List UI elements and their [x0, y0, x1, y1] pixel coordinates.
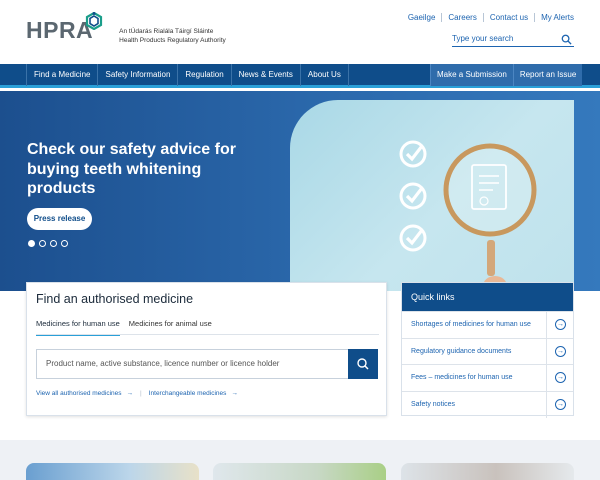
tab-divider [36, 334, 379, 335]
carousel-dot-4[interactable] [61, 240, 68, 247]
carousel-dots [28, 240, 68, 247]
view-all-medicines-link[interactable]: View all authorised medicines [36, 390, 122, 397]
search-icon [357, 358, 369, 370]
nav-item-regulation[interactable]: Regulation [178, 64, 232, 86]
carousel-dot-1[interactable] [28, 240, 35, 247]
arrow-right-icon: → [555, 345, 566, 357]
site-header: HPRA An tÚdarás Rialála Táirgí Sláinte H… [0, 0, 600, 64]
logo-wordmark: HPRA [26, 17, 94, 43]
quick-link-label: Fees – medicines for human use [411, 374, 513, 381]
arrow-right-icon: → [555, 319, 566, 330]
check-circle-icon [399, 140, 427, 168]
quick-link-guidance[interactable]: Regulatory guidance documents → [402, 337, 573, 365]
quick-link-arrow[interactable]: → [546, 365, 573, 391]
nav-item-find-medicine[interactable]: Find a Medicine [26, 64, 99, 86]
site-search[interactable]: Type your search [452, 33, 574, 47]
logo-tagline-english: Health Products Regulatory Authority [119, 36, 226, 44]
quick-link-arrow[interactable]: → [546, 338, 573, 365]
quick-link-label: Regulatory guidance documents [411, 347, 512, 355]
medicine-search-button[interactable] [348, 349, 378, 379]
carousel-dot-3[interactable] [50, 240, 57, 247]
hpra-logo[interactable]: HPRA An tÚdarás Rialála Táirgí Sláinte H… [26, 12, 226, 46]
util-link-careers[interactable]: Careers [441, 13, 482, 22]
hero-image [290, 100, 574, 291]
logo-tagline-irish: An tÚdarás Rialála Táirgí Sláinte [119, 28, 214, 35]
quick-links-title: Quick links [402, 283, 573, 311]
quick-link-fees[interactable]: Fees – medicines for human use → [402, 364, 573, 391]
arrow-right-icon: → [555, 398, 566, 410]
hero-banner: Check our safety advice for buying teeth… [0, 91, 600, 291]
quick-link-label: Shortages of medicines for human use [411, 321, 531, 328]
quick-link-arrow[interactable]: → [546, 391, 573, 418]
main-nav: Find a Medicine Safety Information Regul… [0, 64, 600, 88]
link-separator: | [140, 390, 142, 397]
nav-item-safety-information[interactable]: Safety Information [98, 64, 179, 86]
quick-link-safety-notices[interactable]: Safety notices → [402, 390, 573, 418]
carousel-dot-2[interactable] [39, 240, 46, 247]
search-input[interactable]: Type your search [452, 33, 513, 45]
hero-title: Check our safety advice for buying teeth… [27, 141, 236, 197]
util-link-gaeilge[interactable]: Gaeilge [402, 13, 442, 22]
nav-item-about-us[interactable]: About Us [301, 64, 349, 86]
find-medicine-links: View all authorised medicines → | Interc… [36, 390, 238, 397]
nav-primary: Find a Medicine Safety Information Regul… [26, 64, 349, 86]
arrow-right-icon: → [555, 372, 566, 383]
featured-band [0, 440, 600, 480]
report-issue-button[interactable]: Report an Issue [512, 64, 583, 86]
feature-card-image[interactable] [26, 463, 199, 480]
search-icon[interactable] [561, 34, 572, 45]
utility-links: Gaeilge Careers Contact us My Alerts [402, 13, 574, 22]
press-release-button[interactable]: Press release [27, 208, 92, 230]
nav-item-news-events[interactable]: News & Events [232, 64, 301, 86]
make-submission-button[interactable]: Make a Submission [430, 64, 513, 86]
interchangeable-medicines-link[interactable]: Interchangeable medicines [149, 390, 227, 397]
quick-link-label: Safety notices [411, 400, 455, 408]
logo-mark-icon [85, 12, 103, 30]
util-link-alerts[interactable]: My Alerts [534, 13, 574, 22]
hero-illustration [399, 140, 537, 291]
feature-card-image[interactable] [401, 463, 574, 480]
logo-tagline: An tÚdarás Rialála Táirgí Sláinte Health… [119, 28, 226, 45]
feature-card-image[interactable] [213, 463, 386, 480]
magnifying-glass-icon [443, 143, 537, 291]
util-link-contact[interactable]: Contact us [482, 13, 534, 22]
nav-actions: Make a Submission Report an Issue [430, 64, 583, 86]
check-circle-icon [399, 224, 427, 252]
find-medicine-title: Find an authorised medicine [36, 292, 194, 306]
quick-link-shortages[interactable]: Shortages of medicines for human use → [402, 311, 573, 338]
medicine-search-input[interactable]: Product name, active substance, licence … [36, 349, 348, 379]
quick-link-arrow[interactable]: → [546, 312, 573, 338]
quick-links-panel: Quick links Shortages of medicines for h… [401, 282, 574, 418]
find-medicine-card: Find an authorised medicine Medicines fo… [26, 282, 387, 416]
arrow-right-icon: → [126, 390, 134, 397]
arrow-right-icon: → [231, 390, 238, 397]
check-circle-icon [399, 182, 427, 210]
